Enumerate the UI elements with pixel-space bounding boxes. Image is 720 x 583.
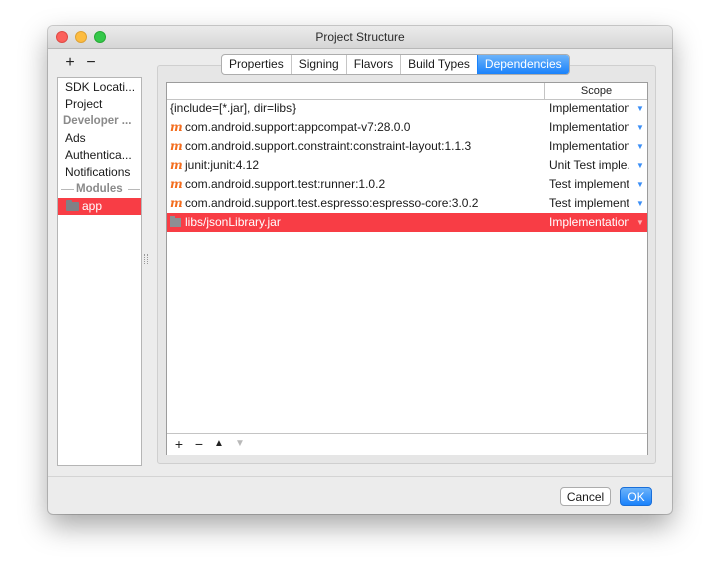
nav-item-project[interactable]: Project (65, 96, 102, 113)
table-header: Scope (167, 83, 647, 100)
add-dependency-button[interactable]: + (171, 436, 187, 452)
scope-value: Implementation (549, 215, 629, 229)
modules-section-header: Modules (76, 183, 123, 195)
dependency-row[interactable]: m com.android.support.test:runner:1.0.2 … (167, 175, 647, 194)
scope-dropdown-icon[interactable]: ▼ (636, 156, 644, 175)
title-bar: Project Structure (48, 26, 672, 49)
dependency-name: junit:junit:4.12 (185, 158, 260, 172)
scope-dropdown-icon[interactable]: ▼ (636, 118, 644, 137)
dependency-row[interactable]: {include=[*.jar], dir=libs} Implementati… (167, 99, 647, 118)
tab-bar: Properties Signing Flavors Build Types D… (221, 54, 570, 75)
scope-dropdown-icon[interactable]: ▼ (636, 137, 644, 156)
dependency-name: com.android.support:appcompat-v7:28.0.0 (185, 120, 411, 134)
scope-value: Test implement... (549, 177, 629, 191)
developer-section-header: Developer ... (63, 115, 132, 127)
module-label: app (82, 199, 103, 213)
move-up-button[interactable]: ▲ (211, 436, 227, 452)
scope-value: Unit Test imple... (549, 158, 629, 172)
project-structure-window: Project Structure + − SDK Locati... Proj… (48, 26, 672, 514)
scope-value: Implementation (549, 101, 629, 115)
maven-icon: m (170, 120, 183, 134)
tab-build-types[interactable]: Build Types (400, 55, 477, 74)
dependency-name: com.android.support.constraint:constrain… (185, 139, 472, 153)
scope-dropdown-icon[interactable]: ▼ (636, 99, 644, 118)
tab-properties[interactable]: Properties (222, 55, 291, 74)
dependency-row[interactable]: m com.android.support.constraint:constra… (167, 137, 647, 156)
scope-column-header[interactable]: Scope (544, 83, 648, 99)
maven-icon: m (170, 139, 183, 153)
move-down-button[interactable]: ▼ (232, 436, 248, 452)
dependency-row-selected[interactable]: libs/jsonLibrary.jar Implementation ▼ (167, 213, 647, 232)
scope-dropdown-icon[interactable]: ▼ (636, 213, 644, 232)
maven-icon: m (170, 196, 183, 210)
dependency-name: com.android.support.test.espresso:espres… (185, 196, 479, 210)
scope-value: Test implement... (549, 196, 629, 210)
splitter-handle[interactable] (144, 254, 148, 264)
dependency-name: libs/jsonLibrary.jar (185, 215, 281, 229)
tab-signing[interactable]: Signing (290, 55, 346, 74)
module-item-app[interactable]: app (58, 198, 141, 215)
nav-item-ads[interactable]: Ads (65, 130, 86, 147)
remove-dependency-button[interactable]: − (191, 436, 207, 452)
tab-dependencies[interactable]: Dependencies (476, 55, 569, 74)
scope-dropdown-icon[interactable]: ▼ (636, 175, 644, 194)
scope-value: Implementation (549, 120, 629, 134)
dependency-name: com.android.support.test:runner:1.0.2 (185, 177, 386, 191)
nav-item-authentication[interactable]: Authentica... (65, 147, 132, 164)
nav-item-sdk-location[interactable]: SDK Locati... (65, 79, 135, 96)
settings-navigation-list: SDK Locati... Project Developer ... Ads … (57, 77, 142, 466)
ok-button[interactable]: OK (620, 487, 652, 506)
remove-module-button[interactable]: − (83, 55, 99, 71)
window-title: Project Structure (315, 30, 405, 44)
dependency-row[interactable]: m com.android.support:appcompat-v7:28.0.… (167, 118, 647, 137)
dependency-name: {include=[*.jar], dir=libs} (170, 101, 297, 115)
maven-icon: m (170, 158, 183, 172)
scope-dropdown-icon[interactable]: ▼ (636, 194, 644, 213)
nav-item-notifications[interactable]: Notifications (65, 164, 130, 181)
maven-icon: m (170, 177, 183, 191)
module-folder-icon (66, 200, 79, 211)
jar-icon (170, 216, 181, 227)
table-toolbar: + − ▲ ▼ (167, 433, 647, 455)
add-module-button[interactable]: + (62, 55, 78, 71)
dependency-row[interactable]: m com.android.support.test.espresso:espr… (167, 194, 647, 213)
dialog-button-bar: Cancel OK (48, 476, 672, 514)
dependencies-table: Scope {include=[*.jar], dir=libs} Implem… (166, 82, 648, 455)
tab-flavors[interactable]: Flavors (345, 55, 400, 74)
dependency-row[interactable]: m junit:junit:4.12 Unit Test imple... ▼ (167, 156, 647, 175)
scope-value: Implementation (549, 139, 629, 153)
cancel-button[interactable]: Cancel (560, 487, 611, 506)
